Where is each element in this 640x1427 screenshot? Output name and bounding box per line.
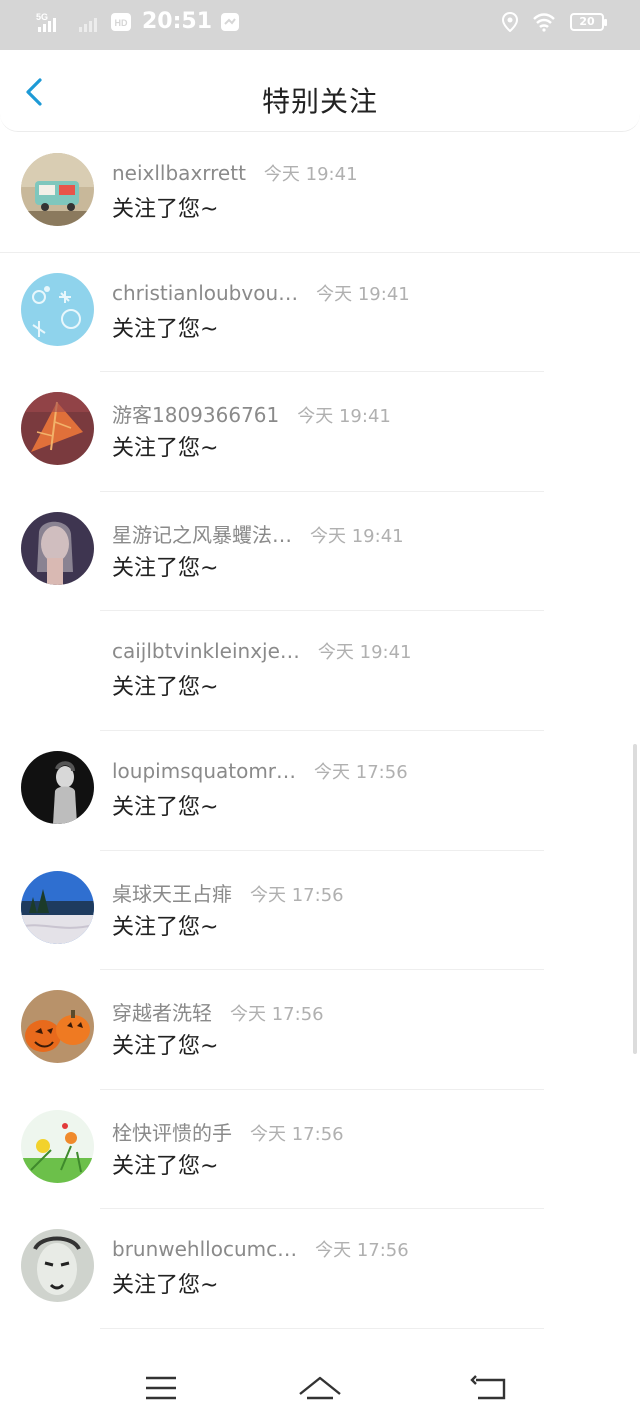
list-item[interactable]: neixllbaxrrett 今天 19:41 关注了您~ [0,133,640,253]
hd-icon: HD [111,12,131,31]
avatar[interactable] [21,750,94,824]
menu-icon [146,1376,176,1400]
timestamp: 今天 17:56 [315,1240,409,1262]
username[interactable]: loupimsquatomr… [112,759,296,783]
username[interactable]: 游客1809366761 [112,399,279,428]
username[interactable]: 穿越者洗轻 [112,997,212,1026]
message: 关注了您~ [112,794,219,820]
list-item[interactable]: loupimsquatomr… 今天 17:56 关注了您~ [0,731,640,851]
battery-icon: 20 [570,13,607,31]
avatar[interactable] [21,153,94,226]
timestamp: 今天 19:41 [297,406,391,428]
username[interactable]: christianloubvou… [112,281,298,305]
screen: 5G HD 20:51 20 特别关注 neixllbaxrrett 今天 19… [0,0,640,1427]
list-item[interactable]: 星游记之风暴蠼法… 今天 19:41 关注了您~ [0,492,640,612]
dark-portrait-avatar-icon [21,750,94,824]
item-meta: 栓快评愦的手 今天 17:56 [112,1117,572,1146]
signal-icon: 5G [36,12,56,32]
blue-pattern-avatar-icon [21,272,94,346]
location-icon [502,12,518,32]
return-icon [470,1375,506,1400]
home-icon [299,1376,341,1400]
status-left: 5G HD 20:51 [36,9,240,34]
face-art-avatar-icon [21,1229,94,1303]
system-nav-bar [0,1350,640,1427]
pumpkin-avatar-icon [21,990,94,1064]
timestamp: 今天 17:56 [314,761,408,783]
avatar[interactable] [21,1109,94,1183]
list-item[interactable]: brunwehllocumc… 今天 17:56 关注了您~ [0,1209,640,1329]
signal2-icon [79,17,97,32]
username[interactable]: 栓快评愦的手 [112,1117,232,1146]
message: 关注了您~ [112,1153,219,1179]
battery-level: 20 [579,15,595,28]
status-right: 20 [502,12,607,32]
scrollbar[interactable] [633,744,637,1054]
autumn-leaf-avatar-icon [21,392,94,466]
item-meta: neixllbaxrrett 今天 19:41 [112,160,572,186]
food-truck-avatar-icon [21,153,94,226]
return-button[interactable] [466,1368,512,1408]
list-item[interactable]: 游客1809366761 今天 19:41 关注了您~ [0,372,640,492]
username[interactable]: brunwehllocumc… [112,1237,297,1261]
item-meta: 游客1809366761 今天 19:41 [112,399,572,428]
timestamp: 今天 17:56 [230,1004,324,1026]
home-button[interactable] [297,1368,343,1408]
timestamp: 今天 19:41 [310,525,404,547]
message: 关注了您~ [112,436,219,462]
header: 特别关注 [0,50,640,132]
message: 关注了您~ [112,675,219,701]
avatar[interactable] [21,870,94,944]
timestamp: 今天 19:41 [263,164,358,185]
page-title: 特别关注 [261,85,378,118]
status-time: 20:51 [142,9,213,34]
menu-button[interactable] [138,1368,184,1408]
list-item[interactable]: caijlbtvinkleinxje… 今天 19:41 关注了您~ [0,611,640,731]
item-meta: 桌球天王占痱 今天 17:56 [112,878,572,907]
message-icon [221,12,240,31]
message: 关注了您~ [112,316,219,342]
status-bar: 5G HD 20:51 20 [0,0,640,50]
avatar[interactable] [21,990,94,1064]
wifi-icon [533,13,555,32]
hd-label: HD [115,18,128,28]
timestamp: 今天 19:41 [316,283,410,305]
item-meta: loupimsquatomr… 今天 17:56 [112,758,572,784]
username[interactable]: caijlbtvinkleinxje… [112,639,300,663]
message: 关注了您~ [112,1034,219,1060]
username[interactable]: neixllbaxrrett [112,161,246,185]
list-item[interactable]: christianloubvou… 今天 19:41 关注了您~ [0,253,640,373]
username[interactable]: 桌球天王占痱 [112,878,232,907]
avatar[interactable] [21,1229,94,1303]
flowers-avatar-icon [21,1109,94,1183]
list-item[interactable]: 桌球天王占痱 今天 17:56 关注了您~ [0,851,640,971]
timestamp: 今天 17:56 [250,884,344,906]
message: 关注了您~ [112,1273,219,1299]
message: 关注了您~ [112,555,219,581]
divider [100,1327,544,1329]
list-item[interactable]: 穿越者洗轻 今天 17:56 关注了您~ [0,970,640,1090]
item-meta: brunwehllocumc… 今天 17:56 [112,1236,572,1262]
username[interactable]: 星游记之风暴蠼法… [112,519,292,548]
item-meta: caijlbtvinkleinxje… 今天 19:41 [112,638,572,664]
snow-landscape-avatar-icon [21,870,94,944]
notification-list: neixllbaxrrett 今天 19:41 关注了您~ christianl… [0,133,640,1329]
message: 关注了您~ [112,914,219,940]
avatar[interactable] [21,392,94,466]
girl-portrait-avatar-icon [21,511,94,585]
avatar[interactable] [21,511,94,585]
item-meta: 星游记之风暴蠼法… 今天 19:41 [112,519,572,548]
item-meta: christianloubvou… 今天 19:41 [112,280,572,306]
list-item[interactable]: 栓快评愦的手 今天 17:56 关注了您~ [0,1090,640,1210]
network-label: 5G [36,12,48,22]
timestamp: 今天 17:56 [250,1123,344,1145]
message: 关注了您~ [112,197,219,222]
timestamp: 今天 19:41 [317,642,412,664]
avatar[interactable] [21,272,94,346]
item-meta: 穿越者洗轻 今天 17:56 [112,997,572,1026]
